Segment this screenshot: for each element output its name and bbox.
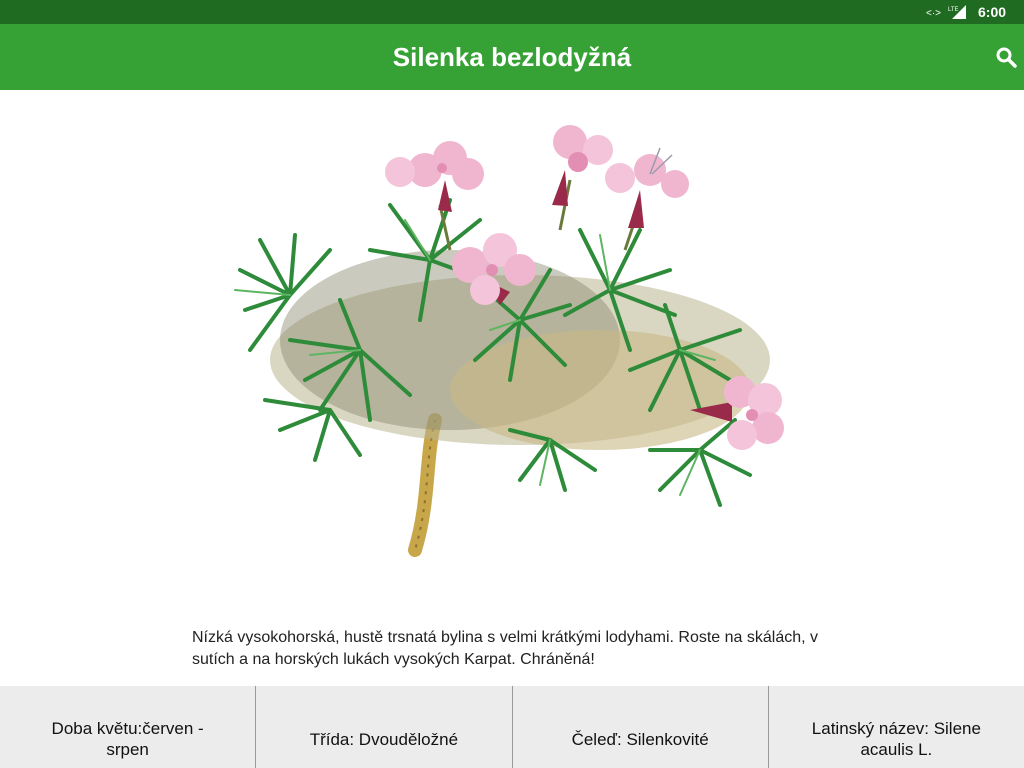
plant-description: Nízká vysokohorská, hustě trsnatá bylina…: [192, 629, 819, 668]
info-class[interactable]: Třída: Dvouděložné: [256, 686, 513, 768]
app-bar: Silenka bezlodyžná: [0, 24, 1024, 90]
page-title: Silenka bezlodyžná: [392, 42, 632, 72]
info-class-label: Třída: Dvouděložné: [309, 729, 459, 749]
info-bloom-time-label: Doba květu:červen - srpen: [51, 719, 204, 759]
signal-icon: <·> LTE: [926, 5, 966, 19]
clock: 6:00: [978, 4, 1007, 20]
search-icon[interactable]: [994, 45, 1018, 69]
plant-illustration: [234, 125, 784, 557]
flower-1: [385, 141, 484, 212]
svg-text:LTE: LTE: [948, 7, 959, 13]
flower-3: [605, 147, 689, 228]
svg-text:<·>: <·>: [926, 8, 941, 19]
info-latin-name-label: Latinský název: Silene acaulis L.: [811, 719, 981, 759]
info-bloom-time[interactable]: Doba květu:červen - srpen: [0, 686, 257, 768]
info-latin-name[interactable]: Latinský název: Silene acaulis L.: [769, 686, 1024, 768]
status-bar: <·> LTE 6:00: [0, 0, 1024, 24]
info-family-label: Čeleď: Silenkovité: [571, 729, 709, 749]
info-bar: Doba květu:červen - srpen Třída: Dvouděl…: [0, 686, 1024, 768]
info-family[interactable]: Čeleď: Silenkovité: [513, 686, 769, 768]
flower-2: [552, 125, 613, 206]
